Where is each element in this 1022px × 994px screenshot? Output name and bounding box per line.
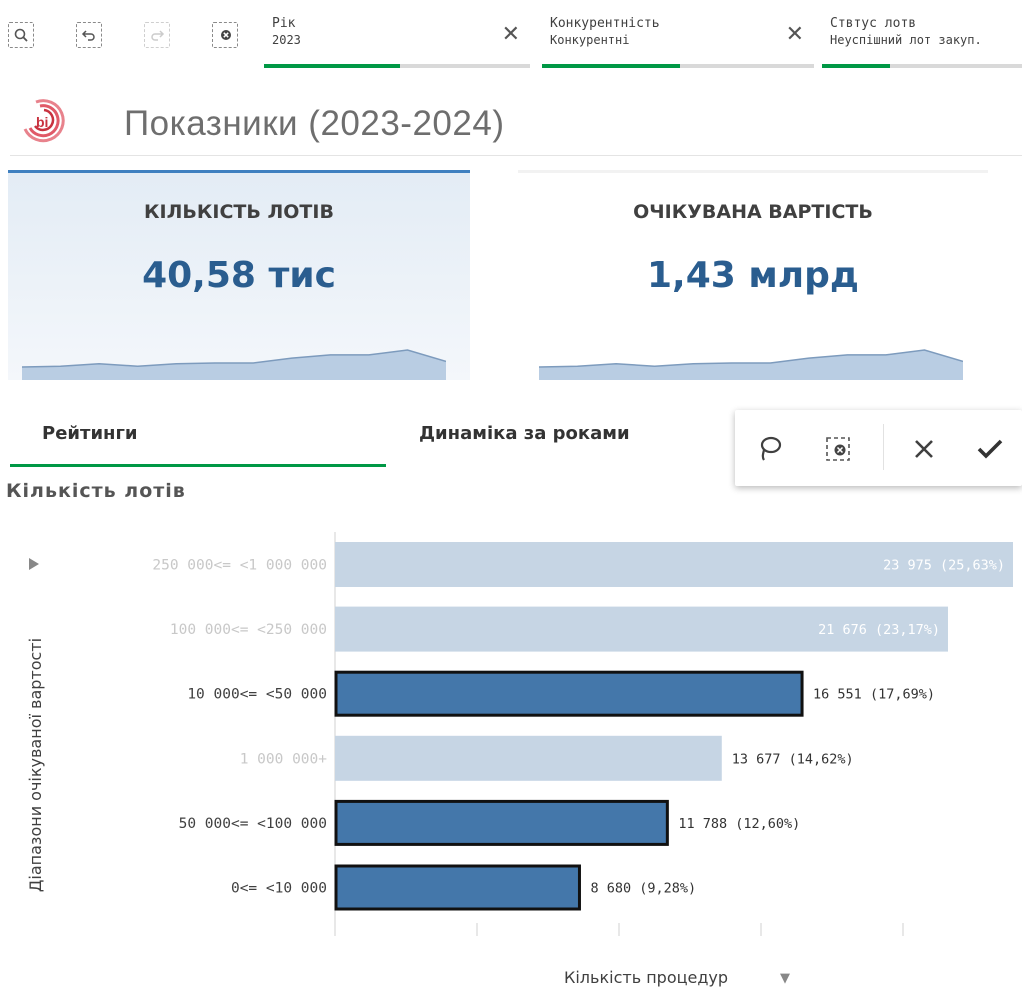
- clear-selection-icon[interactable]: [823, 434, 853, 464]
- data-label: 11 788 (12,60%): [678, 816, 800, 832]
- tab-ratings[interactable]: Рейтинги: [42, 423, 138, 444]
- close-icon[interactable]: ✕: [502, 22, 520, 47]
- y-tick-label[interactable]: 10 000<= <50 000: [187, 687, 327, 703]
- x-axis-title: Кількість процедур: [564, 968, 728, 987]
- toolbar-separator: [883, 424, 884, 470]
- tab-dynamics[interactable]: Динаміка за роками: [419, 423, 630, 444]
- chip-title: Конкурентність: [550, 16, 660, 31]
- bi-logo: bi: [16, 92, 72, 148]
- kpi-sparkline: [22, 349, 446, 380]
- kpi-value: 40,58 тис: [142, 255, 336, 296]
- bar[interactable]: [334, 799, 669, 846]
- selections-toolbar: Рік 2023 ✕ Конкурентність Конкурентні ✕ …: [0, 0, 1022, 70]
- selection-state-bar: [264, 64, 400, 68]
- confirm-icon[interactable]: [975, 434, 1005, 464]
- bar[interactable]: [334, 670, 804, 717]
- data-label: 16 551 (17,69%): [813, 687, 935, 703]
- kpi-label: ОЧІКУВАНА ВАРТІСТЬ: [633, 201, 873, 223]
- kpi-card-expected-value[interactable]: ОЧІКУВАНА ВАРТІСТЬ 1,43 млрд: [518, 170, 988, 380]
- y-tick-label[interactable]: 250 000<= <1 000 000: [152, 558, 327, 574]
- page-title: Показники (2023-2024): [124, 104, 505, 143]
- data-label: 13 677 (14,62%): [732, 751, 854, 767]
- data-label: 8 680 (9,28%): [590, 881, 696, 897]
- bar[interactable]: [335, 735, 722, 781]
- selection-state-bar: [822, 64, 890, 68]
- bar-chart[interactable]: 250 000<= <1 000 000 23 975 (25,63%) 100 0…: [0, 520, 1022, 994]
- chart-title: Кількість лотів: [6, 480, 186, 502]
- data-label: 21 676 (23,17%): [818, 622, 940, 638]
- kpi-card-lots-count[interactable]: КІЛЬКІСТЬ ЛОТІВ 40,58 тис: [8, 170, 470, 380]
- chip-title: Рік: [272, 16, 296, 31]
- chip-value: Конкурентні: [550, 33, 630, 47]
- kpi-label: КІЛЬКІСТЬ ЛОТІВ: [144, 201, 334, 223]
- active-tab-indicator: [10, 464, 386, 467]
- step-back-icon[interactable]: [76, 22, 102, 48]
- selection-chip-year[interactable]: Рік 2023 ✕: [264, 12, 530, 68]
- y-tick-label[interactable]: 1 000 000+: [240, 751, 328, 767]
- data-label: 23 975 (25,63%): [883, 558, 1005, 574]
- kpi-sparkline: [539, 349, 963, 380]
- selection-chip-lot-status[interactable]: Ствтус лотв Неуспішний лот закуп.: [822, 12, 1022, 68]
- lasso-icon[interactable]: [755, 434, 785, 464]
- expand-arrow-icon: [29, 558, 39, 570]
- selection-state-bar: [542, 64, 680, 68]
- cancel-icon[interactable]: [909, 434, 939, 464]
- logo-text: bi: [36, 114, 48, 130]
- selection-chip-competition[interactable]: Конкурентність Конкурентні ✕: [542, 12, 814, 68]
- chip-value: Неуспішний лот закуп.: [830, 33, 982, 47]
- clear-selections-icon[interactable]: [212, 22, 238, 48]
- sort-dropdown-icon[interactable]: ▼: [780, 971, 790, 986]
- chip-title: Ствтус лотв: [830, 16, 917, 31]
- header-divider: [10, 155, 1022, 156]
- selection-tools-popover: [735, 410, 1022, 486]
- kpi-value: 1,43 млрд: [647, 255, 859, 296]
- y-tick-label[interactable]: 0<= <10 000: [231, 881, 327, 897]
- bar[interactable]: [334, 864, 581, 911]
- close-icon[interactable]: ✕: [786, 22, 804, 47]
- y-tick-label[interactable]: 100 000<= <250 000: [170, 622, 327, 638]
- step-forward-icon[interactable]: [144, 22, 170, 48]
- y-tick-label[interactable]: 50 000<= <100 000: [179, 816, 327, 832]
- smart-search-icon[interactable]: [8, 22, 34, 48]
- chip-value: 2023: [272, 33, 301, 47]
- y-axis-title: Діапазони очікуваної вартості: [26, 638, 45, 892]
